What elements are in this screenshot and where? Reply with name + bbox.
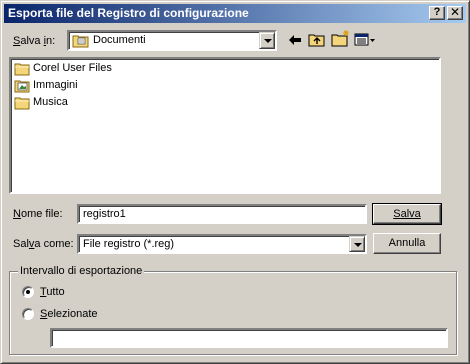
filetype-value: File registro (*.reg) <box>83 238 175 250</box>
all-label-rest: utto <box>46 286 65 298</box>
filetype-label-start: Sal <box>13 238 29 250</box>
filename-label-rest: ome file: <box>20 208 63 220</box>
export-range-title: Intervallo di esportazione <box>18 265 145 277</box>
lookin-value: Documenti <box>93 34 146 46</box>
lookin-label-end: n: <box>46 35 56 47</box>
dialog-title: Esporta file del Registro di configurazi… <box>8 6 249 20</box>
view-menu-icon[interactable] <box>354 33 376 47</box>
help-button[interactable]: ? <box>429 6 445 20</box>
filetype-dropdown[interactable]: File registro (*.reg) <box>77 234 367 254</box>
pictures-folder-icon <box>14 80 30 93</box>
cancel-button[interactable]: Annulla <box>373 233 441 254</box>
file-name: Immagini <box>33 79 78 91</box>
save-button-label: Salva <box>393 208 421 220</box>
filename-value: registro1 <box>83 208 126 220</box>
back-arrow-icon[interactable] <box>287 33 303 47</box>
folder-icon <box>14 97 30 110</box>
export-range-group: Intervallo di esportazione Tutto Selezio… <box>9 265 457 355</box>
filename-label: Nome file: <box>13 208 63 220</box>
all-radio[interactable] <box>22 286 34 298</box>
save-button[interactable]: Salva <box>372 203 442 225</box>
title-bar[interactable]: Esporta file del Registro di configurazi… <box>4 4 466 23</box>
selected-branch-field[interactable] <box>50 328 448 348</box>
close-button[interactable]: ✕ <box>447 6 463 20</box>
selected-radio[interactable] <box>22 308 34 320</box>
cancel-button-label: Annulla <box>388 237 426 249</box>
new-folder-icon[interactable] <box>331 29 351 47</box>
lookin-dropdown[interactable]: Documenti <box>67 30 277 51</box>
selected-label[interactable]: Selezionate <box>40 308 98 320</box>
all-label[interactable]: Tutto <box>40 286 65 298</box>
filetype-label-rest: a come: <box>34 238 74 250</box>
lookin-label: Salva in: <box>13 35 55 47</box>
filetype-label: Salva come: <box>13 238 74 250</box>
selected-label-rest: elezionate <box>47 308 98 320</box>
file-name: Corel User Files <box>33 62 112 74</box>
lookin-label-rest: alva <box>20 35 44 47</box>
folder-icon <box>14 63 30 76</box>
filetype-dropdown-arrow[interactable] <box>349 236 365 252</box>
up-folder-icon[interactable] <box>308 31 326 47</box>
filename-label-n: N <box>13 208 21 220</box>
save-dialog: Esporta file del Registro di configurazi… <box>0 0 470 364</box>
filename-field[interactable]: registro1 <box>77 204 367 224</box>
file-list[interactable]: Corel User Files Immagini Musica <box>9 57 441 194</box>
documents-folder-icon <box>72 35 89 48</box>
file-name: Musica <box>33 96 68 108</box>
lookin-dropdown-arrow[interactable] <box>259 32 275 49</box>
